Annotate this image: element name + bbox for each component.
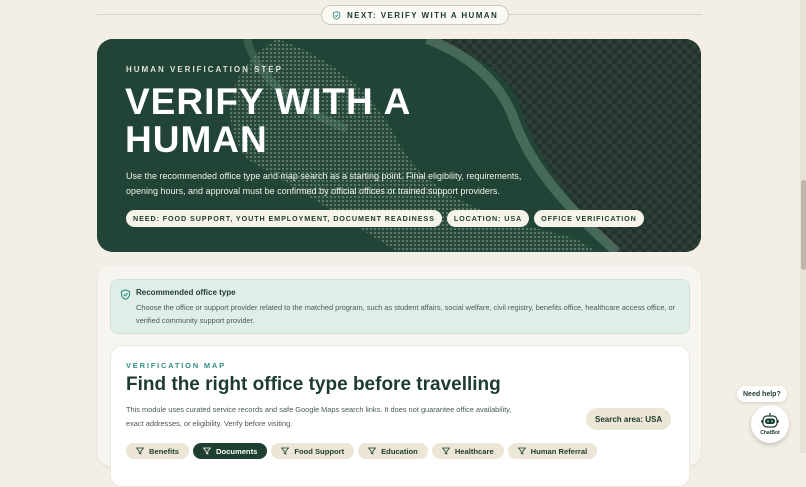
recommended-office-title: Recommended office type xyxy=(136,288,236,297)
robot-icon xyxy=(761,412,779,428)
hero-description: Use the recommended office type and map … xyxy=(126,171,522,196)
recommended-office-notice: Recommended office type Choose the offic… xyxy=(110,279,690,334)
filter-chip-label: Education xyxy=(381,446,418,456)
chatbot-label: ChatBot xyxy=(760,429,780,436)
filter-chip-documents[interactable]: Documents xyxy=(192,443,268,459)
next-step-label: NEXT: VERIFY WITH A HUMAN xyxy=(347,10,499,20)
filter-funnel-icon xyxy=(281,447,290,455)
shield-check-icon xyxy=(332,10,341,20)
tag-need: NEED: FOOD SUPPORT, YOUTH EMPLOYMENT, DO… xyxy=(126,210,442,227)
recommended-office-body: Choose the office or support provider re… xyxy=(136,303,676,325)
tag-verification: OFFICE VERIFICATION xyxy=(534,210,644,227)
shield-check-icon xyxy=(120,289,131,300)
filter-funnel-icon xyxy=(136,447,144,455)
filter-chip-food-support[interactable]: Food Support xyxy=(271,443,355,459)
scrollbar-thumb[interactable] xyxy=(801,180,806,270)
search-area-badge: Search area: USA xyxy=(586,408,672,430)
filter-chip-label: Documents xyxy=(215,446,258,456)
hero-tags: NEED: FOOD SUPPORT, YOUTH EMPLOYMENT, DO… xyxy=(126,210,644,227)
map-title: Find the right office type before travel… xyxy=(126,374,501,395)
filter-chip-label: Human Referral xyxy=(530,446,588,456)
verification-map-module: VERIFICATION MAP Find the right office t… xyxy=(110,345,690,487)
filter-chip-label: Benefits xyxy=(149,446,179,456)
filter-funnel-icon xyxy=(441,447,450,455)
office-type-filters: Benefits Documents Food Support Educatio… xyxy=(126,443,598,459)
filter-funnel-icon xyxy=(202,447,211,455)
chatbot-button[interactable]: ChatBot xyxy=(751,405,789,443)
filter-chip-human-referral[interactable]: Human Referral xyxy=(507,443,598,459)
filter-funnel-icon xyxy=(517,447,526,455)
verification-card: Recommended office type Choose the offic… xyxy=(97,266,701,487)
filter-funnel-icon xyxy=(368,447,377,455)
filter-chip-healthcare[interactable]: Healthcare xyxy=(431,443,504,459)
next-step-pill[interactable]: NEXT: VERIFY WITH A HUMAN xyxy=(321,5,510,25)
map-description: This module uses curated service records… xyxy=(126,405,512,428)
need-help-bubble[interactable]: Need help? xyxy=(737,386,787,402)
hero-banner: HUMAN VERIFICATION STEP VERIFY WITH A HU… xyxy=(97,39,701,252)
page-title: VERIFY WITH A HUMAN xyxy=(125,81,411,160)
filter-chip-label: Healthcare xyxy=(454,446,494,456)
hero-kicker: HUMAN VERIFICATION STEP xyxy=(126,65,283,74)
tag-location: LOCATION: USA xyxy=(446,210,530,227)
filter-chip-benefits[interactable]: Benefits xyxy=(126,443,189,459)
filter-chip-education[interactable]: Education xyxy=(358,443,428,459)
page-scrollbar[interactable] xyxy=(800,0,806,453)
map-kicker: VERIFICATION MAP xyxy=(126,361,226,370)
filter-chip-label: Food Support xyxy=(294,446,345,456)
